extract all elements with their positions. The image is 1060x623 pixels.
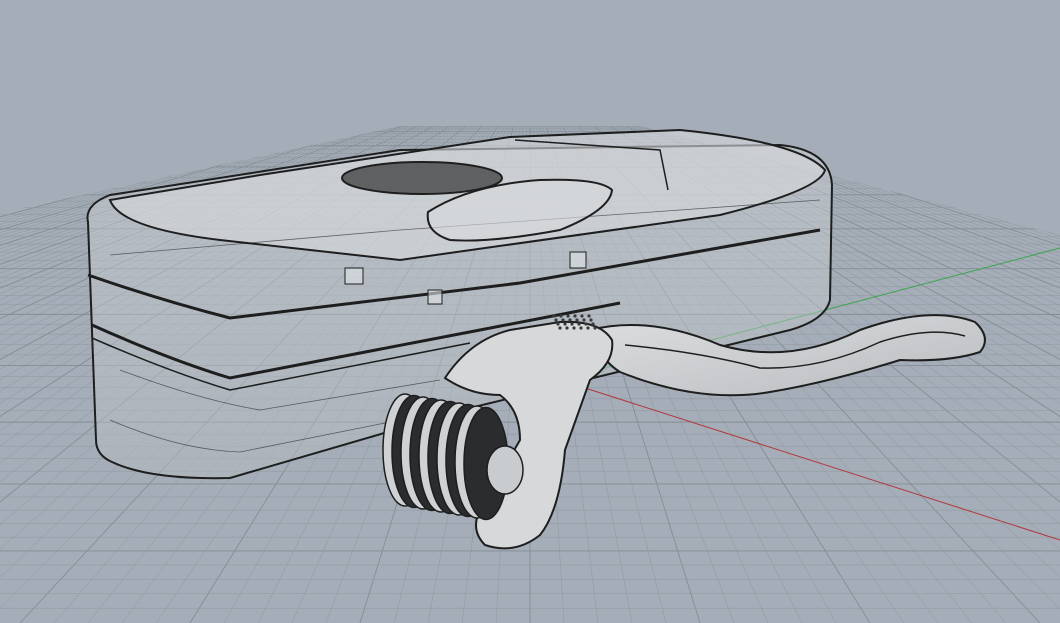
needle-dot <box>556 322 560 326</box>
needle-dot <box>577 322 581 326</box>
needle-dot <box>570 322 574 326</box>
needle-dot <box>593 326 597 330</box>
needle-dot <box>566 314 570 318</box>
needle-dot <box>591 322 595 326</box>
needle-dot <box>565 326 569 330</box>
needle-dot <box>579 326 583 330</box>
needle-dot <box>589 318 593 322</box>
needle-dot <box>563 322 567 326</box>
needle-dot <box>568 318 572 322</box>
needle-dot <box>582 318 586 322</box>
needle-dot <box>587 314 591 318</box>
needle-dot <box>554 318 558 322</box>
case-clip-right <box>569 251 587 269</box>
needle-dot <box>572 326 576 330</box>
case-clip-center <box>427 289 443 305</box>
needle-dot <box>580 314 584 318</box>
needle-dot <box>561 318 565 322</box>
3d-perspective-viewport[interactable] <box>0 0 1060 623</box>
case-clip-left <box>344 267 364 285</box>
roller-hub <box>486 445 524 495</box>
needle-dot <box>573 314 577 318</box>
needle-dot <box>558 326 562 330</box>
needle-dot <box>575 318 579 322</box>
needle-dot <box>552 314 556 318</box>
needle-dot <box>586 326 590 330</box>
needle-dot <box>559 314 563 318</box>
needle-dot <box>584 322 588 326</box>
